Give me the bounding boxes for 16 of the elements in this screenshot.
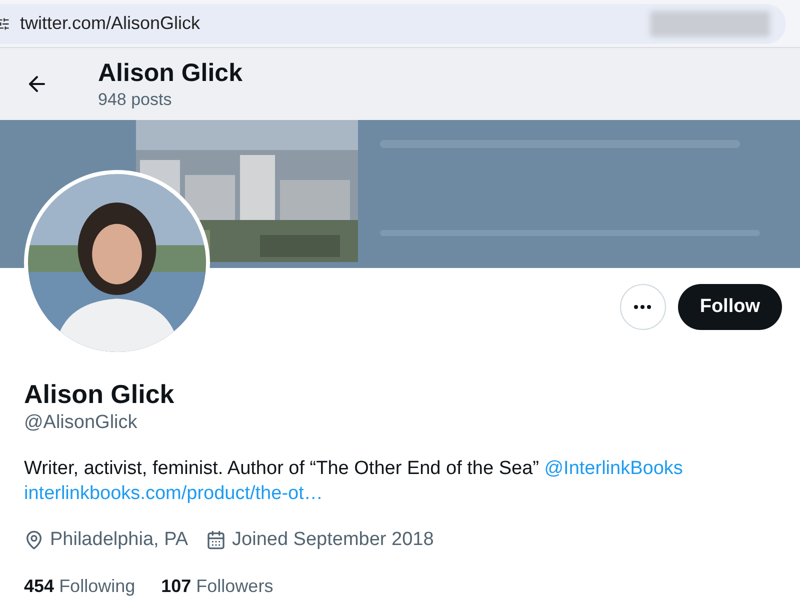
post-count: 948 posts [98,89,173,111]
profile-meta-text: Philadelphia, PA [50,528,188,552]
url-text: twitter.com/AlisonGlick [20,12,200,35]
stat-link[interactable]: 107 Followers [161,572,274,600]
profile-meta-text: Joined September 2018 [232,528,434,552]
calendar-icon [206,530,226,550]
header-name: Alison Glick [98,58,242,89]
profile-handle: @AlisonGlick [24,411,138,435]
location-pin-icon [24,530,44,550]
bio-text: Writer, activist, feminist. Author of “The Other End of the Sea” @InterlinkBooks interlinkbooks.com/product/the-ot… [24,457,684,506]
follow-button[interactable]: Follow [678,284,782,330]
stat-link[interactable]: 454 Following [24,572,136,600]
more-icon [634,305,652,309]
profile-name: Alison Glick [24,378,176,410]
address-bar[interactable]: twitter.com/AlisonGlick [0,4,786,44]
site-settings-icon[interactable] [0,16,10,30]
